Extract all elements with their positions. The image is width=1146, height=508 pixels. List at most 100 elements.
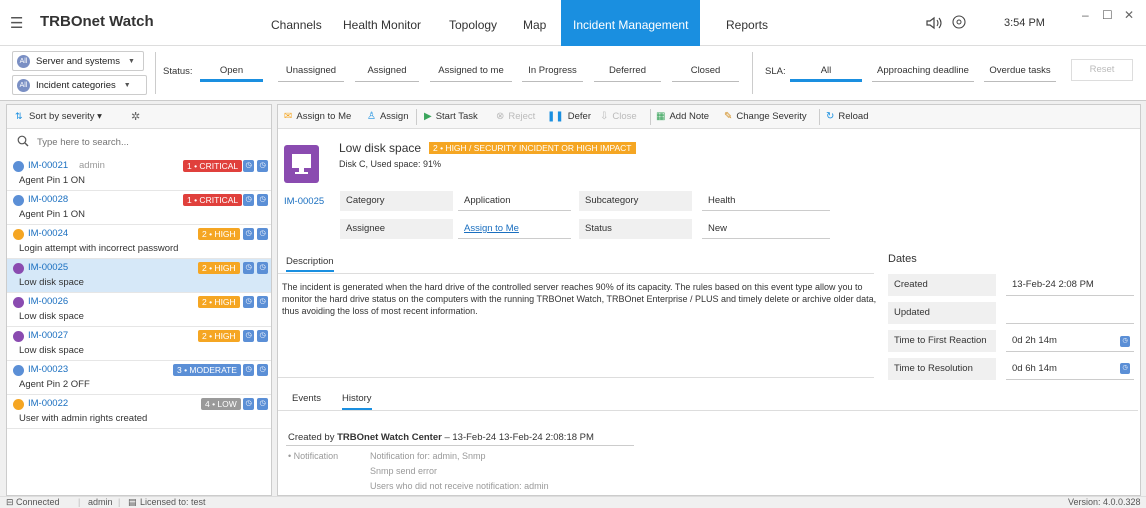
sla-clock-icon: ◷ — [243, 228, 254, 240]
sla-clock-icon: ◷ — [257, 296, 268, 308]
resolution-label: Time to Resolution — [888, 358, 996, 380]
speaker-icon[interactable] — [926, 16, 942, 30]
incident-list-item[interactable]: IM-00026 2 • HIGH ◷ ◷ Low disk space — [7, 293, 271, 327]
category-value: Application — [458, 191, 571, 211]
sla-tab-approaching-deadline[interactable]: Approaching deadline — [872, 60, 974, 82]
divider: | — [78, 497, 81, 507]
status-tab-unassigned[interactable]: Unassigned — [278, 60, 344, 82]
sla-clock-icon: ◷ — [243, 160, 254, 172]
status-tab-assigned[interactable]: Assigned — [355, 60, 419, 82]
connection-icon: ⊟ — [6, 497, 14, 507]
tab-topology[interactable]: Topology — [437, 0, 509, 46]
all-badge-icon: All — [17, 78, 30, 92]
status-bar: ⊟ Connected | admin | ▤ Licensed to: tes… — [0, 496, 1146, 508]
incident-title: Low disk space — [19, 311, 84, 322]
defer-button[interactable]: ❚❚ Defer — [547, 111, 591, 122]
user-icon: ♙ — [367, 111, 376, 122]
sla-clock-icon: ◷ — [257, 398, 268, 410]
start-task-button[interactable]: ▶ Start Task — [424, 111, 478, 122]
network-icon[interactable] — [952, 15, 966, 29]
status-tab-deferred[interactable]: Deferred — [594, 60, 661, 82]
notification-label: • Notification — [288, 451, 339, 461]
incident-list-item[interactable]: IM-00022 4 • LOW ◷ ◷ User with admin rights … — [7, 395, 271, 429]
tab-incident-management[interactable]: Incident Management — [561, 0, 700, 46]
sla-tab-all[interactable]: All — [790, 60, 862, 82]
incident-list-item[interactable]: IM-00023 3 • MODERATE ◷ ◷ Agent Pin 2 OFF — [7, 361, 271, 395]
subcategory-label: Subcategory — [579, 191, 692, 211]
severity-badge: 4 • LOW — [201, 398, 241, 410]
incident-id: IM-00024 — [28, 228, 69, 239]
change-severity-button[interactable]: ✎ Change Severity — [724, 111, 807, 122]
assignee-label: Assignee — [340, 219, 453, 239]
severity-badge: 3 • MODERATE — [173, 364, 241, 376]
close-icon[interactable]: ✕ — [1124, 8, 1134, 22]
tab-channels[interactable]: Channels — [259, 0, 334, 46]
sort-bar: ⇅ Sort by severity ▾ ✲ — [7, 105, 271, 129]
status-label: Status: — [163, 66, 193, 77]
add-note-button[interactable]: ▦ Add Note — [656, 111, 709, 122]
tab-map[interactable]: Map — [511, 0, 558, 46]
menu-icon[interactable]: ☰ — [10, 14, 23, 32]
tab-events[interactable]: Events — [292, 393, 321, 404]
status-tab-closed[interactable]: Closed — [672, 60, 739, 82]
incident-detail-panel: ✉ Assign to Me ♙ Assign ▶ Start Task ⊗ Rejec… — [277, 104, 1141, 496]
incident-list-item[interactable]: IM-00028 1 • CRITICAL ◷ ◷ Agent Pin 1 ON — [7, 191, 271, 225]
categories-dropdown[interactable]: All Incident categories ▼ — [12, 75, 147, 95]
reload-button[interactable]: ↻ Reload — [826, 111, 869, 122]
incident-type-icon — [13, 331, 24, 342]
reject-button[interactable]: ⊗ Reject — [496, 111, 535, 122]
change-severity-label: Change Severity — [736, 111, 807, 122]
reset-button[interactable]: Reset — [1071, 59, 1133, 81]
clock-icon: ◷ — [1120, 336, 1130, 347]
sla-clock-icon: ◷ — [243, 398, 254, 410]
incident-type-icon — [13, 297, 24, 308]
search-input[interactable] — [37, 134, 257, 150]
reject-label: Reject — [508, 111, 536, 122]
incident-list-item[interactable]: IM-00027 2 • HIGH ◷ ◷ Low disk space — [7, 327, 271, 361]
assign-button[interactable]: ♙ Assign — [367, 111, 408, 122]
minimize-icon[interactable]: – — [1082, 8, 1089, 22]
incident-type-icon — [13, 399, 24, 410]
version-text: Version: 4.0.0.328 — [1068, 497, 1141, 507]
sla-label: SLA: — [765, 66, 786, 77]
incident-list-item[interactable]: IM-00025 2 • HIGH ◷ ◷ Low disk space — [7, 259, 271, 293]
sort-dropdown[interactable]: Sort by severity ▾ — [29, 111, 102, 122]
sort-icon: ⇅ — [15, 111, 23, 121]
all-badge-icon: All — [17, 54, 30, 68]
status-field-label: Status — [579, 219, 692, 239]
systems-dropdown[interactable]: All Server and systems ▼ — [12, 51, 144, 71]
sla-tab-overdue-tasks[interactable]: Overdue tasks — [984, 60, 1056, 82]
maximize-icon[interactable]: ☐ — [1102, 8, 1113, 22]
gear-icon[interactable]: ✲ — [131, 110, 140, 123]
status-tab-open[interactable]: Open — [200, 60, 263, 82]
status-tab-assigned-to-me[interactable]: Assigned to me — [430, 60, 512, 82]
app-title: TRBOnet Watch — [40, 13, 154, 30]
incident-type-icon — [13, 161, 24, 172]
divider — [650, 109, 651, 125]
incident-title: Agent Pin 1 ON — [19, 175, 86, 186]
close-button[interactable]: ⇩ Close — [600, 111, 637, 122]
resolution-value: 0d 6h 14m — [1006, 358, 1134, 380]
notification-line: Snmp send error — [370, 466, 438, 476]
assign-to-me-button[interactable]: ✉ Assign to Me — [284, 111, 351, 122]
tab-description[interactable]: Description — [286, 256, 334, 272]
incident-list-item[interactable]: IM-00021 admin 1 • CRITICAL ◷ ◷ Agent Pin 1 O… — [7, 157, 271, 191]
assign-to-me-link[interactable]: Assign to Me — [458, 219, 571, 239]
created-by-name: TRBOnet Watch Center — [337, 432, 442, 443]
tab-reports[interactable]: Reports — [714, 0, 780, 46]
incident-title: Agent Pin 2 OFF — [19, 379, 90, 390]
incident-title: Login attempt with incorrect password — [19, 243, 179, 254]
incident-user: admin — [79, 160, 105, 171]
tab-health-monitor[interactable]: Health Monitor — [331, 0, 433, 46]
status-tab-in-progress[interactable]: In Progress — [522, 60, 583, 82]
license-icon: ▤ — [128, 497, 137, 507]
divider — [278, 377, 874, 378]
history-created-entry: Created by TRBOnet Watch Center – 13-Feb… — [288, 432, 594, 443]
incident-list-item[interactable]: IM-00024 2 • HIGH ◷ ◷ Login attempt with inc… — [7, 225, 271, 259]
assign-to-me-icon: ✉ — [284, 111, 293, 122]
sla-clock-icon: ◷ — [257, 330, 268, 342]
current-user: admin — [88, 497, 113, 507]
computer-icon — [284, 145, 319, 183]
divider — [286, 445, 634, 446]
tab-history[interactable]: History — [342, 393, 372, 410]
